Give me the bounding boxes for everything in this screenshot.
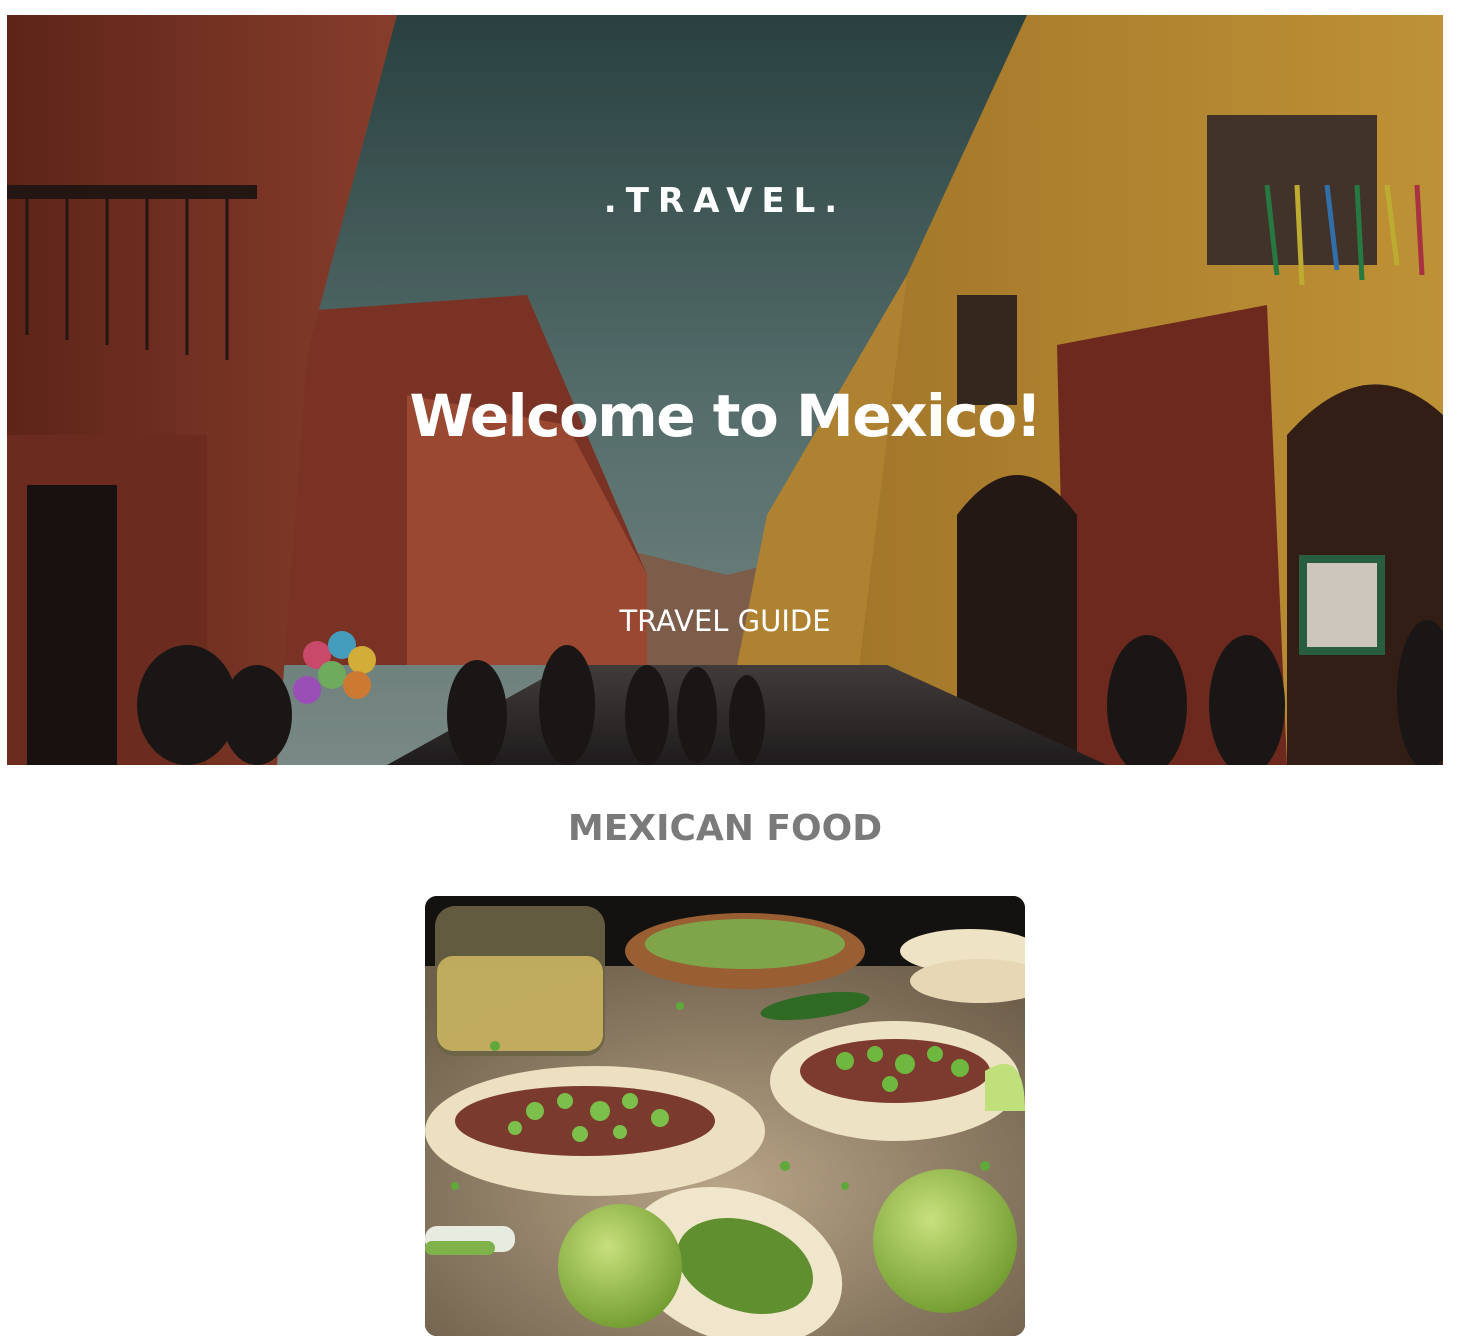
section-title: MEXICAN FOOD (567, 808, 883, 849)
site-logo[interactable]: .TRAVEL. (7, 181, 1443, 221)
tacos-illustration (425, 896, 1025, 1336)
hero-title: Welcome to Mexico! (409, 382, 1042, 450)
food-image (425, 896, 1025, 1336)
hero-subtitle: TRAVEL GUIDE (619, 604, 831, 638)
hero-section: .TRAVEL. Welcome to Mexico! TRAVEL GUIDE (7, 15, 1443, 765)
